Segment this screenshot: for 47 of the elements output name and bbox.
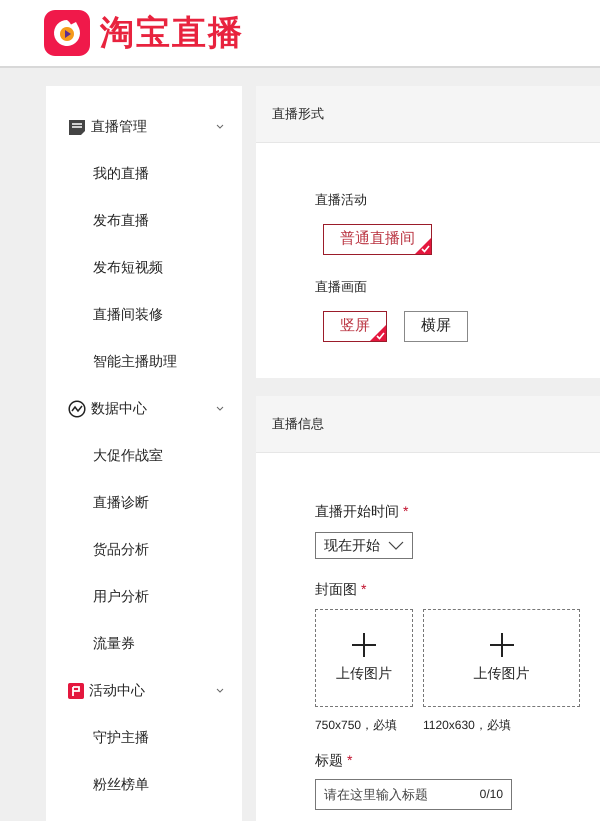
required-mark: * (403, 502, 408, 521)
sidebar-item[interactable]: 发布短视频 (46, 244, 242, 291)
sidebar-item[interactable]: 用户分析 (46, 573, 242, 620)
upload-hint: 1120x630，必填 (423, 717, 512, 734)
field-label: 直播画面 (315, 278, 368, 296)
upload-box[interactable]: 上传图片 (423, 609, 580, 707)
chevron-icon (216, 124, 224, 130)
panel-title: 直播信息 (272, 415, 324, 434)
sidebar-item[interactable]: 货品分析 (46, 526, 242, 573)
sidebar-item[interactable]: 粉丝榜单 (46, 761, 242, 808)
sidebar-item[interactable]: 大促作战室 (46, 432, 242, 479)
sidebar-item[interactable]: 直播诊断 (46, 479, 242, 526)
chevron-down-icon (388, 541, 404, 550)
option-button[interactable]: 横屏 (404, 311, 468, 342)
document-icon (68, 118, 86, 136)
plus-icon (352, 632, 376, 656)
required-mark: * (347, 751, 352, 770)
upload-hint: 750x750，必填 (315, 717, 398, 734)
check-corner-icon (415, 238, 431, 254)
sidebar-item[interactable]: 我的直播 (46, 150, 242, 197)
sidebar-group[interactable]: 活动中心 (46, 667, 242, 714)
character-counter: 0/10 (480, 787, 503, 801)
flag-icon (68, 682, 84, 698)
chart-icon (68, 400, 86, 418)
sidebar-group[interactable]: 数据中心 (46, 385, 242, 432)
check-corner-icon (370, 325, 386, 341)
sidebar-item[interactable]: 发布直播 (46, 197, 242, 244)
upload-box[interactable]: 上传图片 (315, 609, 413, 707)
option-button[interactable]: 竖屏 (323, 311, 387, 342)
field-label: 封面图 (315, 580, 357, 599)
sidebar-item[interactable]: 守护主播 (46, 714, 242, 761)
chevron-icon (216, 688, 224, 694)
field-label: 直播活动 (315, 191, 368, 209)
option-button[interactable]: 普通直播间 (323, 224, 432, 254)
plus-icon (490, 632, 514, 656)
chevron-icon (216, 406, 224, 412)
logo-text: 淘宝直播 (100, 12, 244, 54)
panel-title: 直播形式 (272, 105, 324, 124)
sidebar-item[interactable]: 流量券 (46, 620, 242, 667)
required-mark: * (361, 580, 366, 599)
sidebar-item[interactable]: 直播间装修 (46, 291, 242, 338)
sidebar-group[interactable]: 直播管理 (46, 103, 242, 150)
field-label: 标题 (315, 751, 343, 770)
sidebar-item[interactable]: 智能主播助理 (46, 338, 242, 385)
field-label: 直播开始时间 (315, 502, 399, 521)
start-time-dropdown[interactable]: 现在开始 (315, 532, 413, 559)
logo-icon (44, 10, 90, 56)
